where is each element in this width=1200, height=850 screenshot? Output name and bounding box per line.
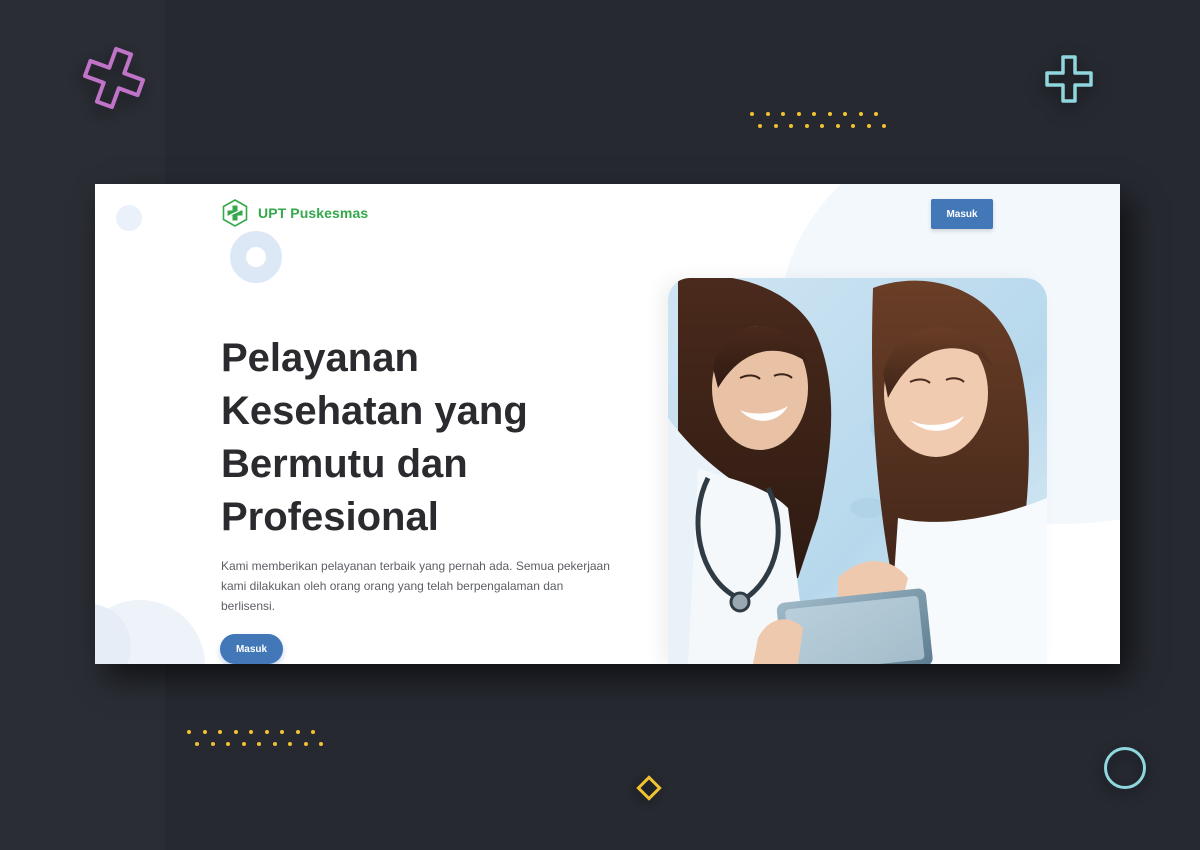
decor-dot — [773, 124, 778, 128]
decor-dot — [843, 112, 847, 116]
hero-title: Pelayanan Kesehatan yang Bermutu dan Pro… — [221, 336, 528, 539]
website-preview: UPT Puskesmas Masuk Pelayanan Kesehatan … — [95, 184, 1120, 664]
decor-dot — [796, 112, 801, 116]
doctors-with-tablet-photo — [668, 278, 1047, 664]
decor-dot — [226, 742, 230, 746]
decor-dot — [781, 112, 785, 116]
decor-dot — [210, 742, 215, 746]
decor-dot — [257, 742, 261, 746]
decor-dot — [195, 742, 199, 746]
decor-dot — [858, 112, 863, 116]
decor-dot — [249, 730, 253, 734]
hero-description: Kami memberikan pelayanan terbaik yang p… — [221, 559, 610, 613]
decor-dot — [311, 730, 315, 734]
decor-dot — [750, 112, 754, 116]
decor-dot — [789, 124, 793, 128]
decor-dot — [264, 730, 269, 734]
decor-dot — [866, 124, 871, 128]
decor-dot — [187, 730, 191, 734]
decor-dot — [288, 742, 292, 746]
brand-logo[interactable]: UPT Puskesmas — [222, 199, 368, 227]
decor-dot — [233, 730, 238, 734]
decor-ring — [230, 231, 282, 283]
dot-pattern-bottom — [187, 730, 332, 750]
dot-pattern-top — [750, 112, 895, 132]
decor-dot — [272, 742, 277, 746]
decor-dot — [758, 124, 762, 128]
plus-outline-pink-icon — [82, 46, 146, 110]
hero-image — [668, 278, 1047, 664]
decor-dot — [241, 742, 246, 746]
decor-circle — [116, 205, 142, 231]
decor-dot — [765, 112, 770, 116]
decor-dot — [820, 124, 824, 128]
decor-dot — [319, 742, 323, 746]
circle-outline-icon — [1104, 747, 1146, 789]
decor-dot — [874, 112, 878, 116]
decor-dot — [835, 124, 840, 128]
login-button[interactable]: Masuk — [931, 199, 993, 229]
decor-dot — [882, 124, 886, 128]
decor-dot — [812, 112, 816, 116]
decor-dot — [303, 742, 308, 746]
decor-dot — [851, 124, 855, 128]
hero-login-button[interactable]: Masuk — [220, 634, 283, 664]
decor-dot — [827, 112, 832, 116]
brand-name: UPT Puskesmas — [258, 205, 369, 221]
plus-outline-cyan-icon — [1045, 55, 1093, 103]
decor-dot — [218, 730, 222, 734]
decor-dot — [202, 730, 207, 734]
decor-dot — [804, 124, 809, 128]
decor-dot — [280, 730, 284, 734]
decor-dot — [295, 730, 300, 734]
health-cross-logo-icon — [222, 199, 248, 227]
